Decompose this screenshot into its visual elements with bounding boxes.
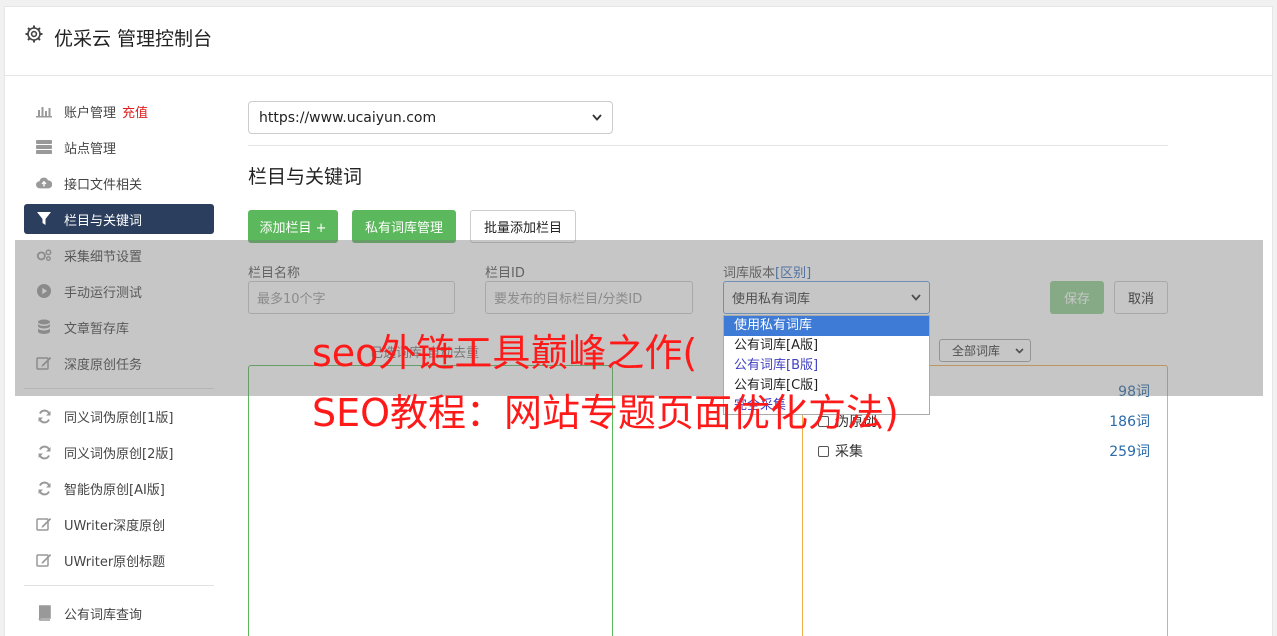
filter-icon xyxy=(36,211,52,227)
sidebar-item-label: 智能伪原创[AI版] xyxy=(64,482,165,498)
overlay-headline-line2: SEO教程：网站专题页面优化方法) xyxy=(312,391,899,435)
sidebar-item-label: 同义词伪原创[2版] xyxy=(64,446,174,462)
bar-chart-icon xyxy=(36,103,52,119)
chevron-down-icon xyxy=(592,114,602,121)
private-lib-button[interactable]: 私有词库管理 xyxy=(352,210,456,243)
site-select-value: https://www.ucaiyun.com xyxy=(259,109,437,126)
sidebar-item-synonym-v1[interactable]: 同义词伪原创[1版] xyxy=(24,401,214,431)
sidebar-item-label: 账户管理 xyxy=(64,105,117,121)
batch-add-column-button[interactable]: 批量添加栏目 xyxy=(470,210,576,243)
lib-item-label: 采集 xyxy=(818,441,863,461)
lib-item-count: 186词 xyxy=(1109,414,1150,430)
lib-list-item[interactable]: 采集 259词 xyxy=(818,441,1150,461)
sidebar-item-label: 同义词伪原创[1版] xyxy=(64,410,174,426)
overlay-headline-line1: seo外链工具巅峰之作( xyxy=(312,331,698,375)
dropdown-option[interactable]: 公有词库[A版] xyxy=(724,336,929,356)
server-icon xyxy=(36,139,52,155)
section-title: 栏目与关键词 xyxy=(248,166,363,188)
header: 优采云 管理控制台 xyxy=(4,6,1273,76)
sidebar-item-sites[interactable]: 站点管理 xyxy=(24,132,214,162)
site-select[interactable]: https://www.ucaiyun.com xyxy=(248,101,613,134)
lib-item-name: 采集 xyxy=(835,444,863,460)
sidebar-item-label: UWriter原创标题 xyxy=(64,554,166,570)
sidebar-item-label: 公有词库查询 xyxy=(64,607,143,623)
sidebar-divider xyxy=(24,585,214,586)
edit-icon xyxy=(36,516,52,532)
edit-icon xyxy=(36,552,52,568)
gear-icon xyxy=(25,25,43,43)
sidebar-item-uwriter-title[interactable]: UWriter原创标题 xyxy=(24,545,214,575)
refresh-icon xyxy=(36,408,52,424)
sidebar-item-label: 栏目与关键词 xyxy=(64,213,143,229)
sidebar-item-label: 站点管理 xyxy=(64,141,117,157)
add-column-button[interactable]: 添加栏目 + xyxy=(248,210,338,243)
sidebar-item-uwriter-deep[interactable]: UWriter深度原创 xyxy=(24,509,214,539)
sidebar-item-synonym-v2[interactable]: 同义词伪原创[2版] xyxy=(24,437,214,467)
content-divider xyxy=(248,145,1168,146)
sidebar-item-columns[interactable]: 栏目与关键词 xyxy=(24,204,214,234)
refresh-icon xyxy=(36,444,52,460)
dropdown-option[interactable]: 使用私有词库 xyxy=(724,316,929,336)
sidebar-item-account[interactable]: 账户管理 充值 xyxy=(24,96,214,126)
sidebar-item-label: UWriter深度原创 xyxy=(64,518,166,534)
dropdown-option[interactable]: 公有词库[B版] xyxy=(724,356,929,376)
book-icon xyxy=(36,605,52,621)
lib-item-checkbox[interactable] xyxy=(818,445,829,457)
sidebar-item-public-lib[interactable]: 公有词库查询 xyxy=(24,598,214,628)
sidebar-item-label: 接口文件相关 xyxy=(64,177,143,193)
sidebar-item-ai-rewrite[interactable]: 智能伪原创[AI版] xyxy=(24,473,214,503)
recharge-link[interactable]: 充值 xyxy=(122,102,148,121)
refresh-icon xyxy=(36,480,52,496)
sidebar-item-interface[interactable]: 接口文件相关 xyxy=(24,168,214,198)
app-title: 优采云 管理控制台 xyxy=(54,28,213,50)
lib-item-count: 259词 xyxy=(1109,444,1150,460)
cloud-upload-icon xyxy=(36,175,52,191)
